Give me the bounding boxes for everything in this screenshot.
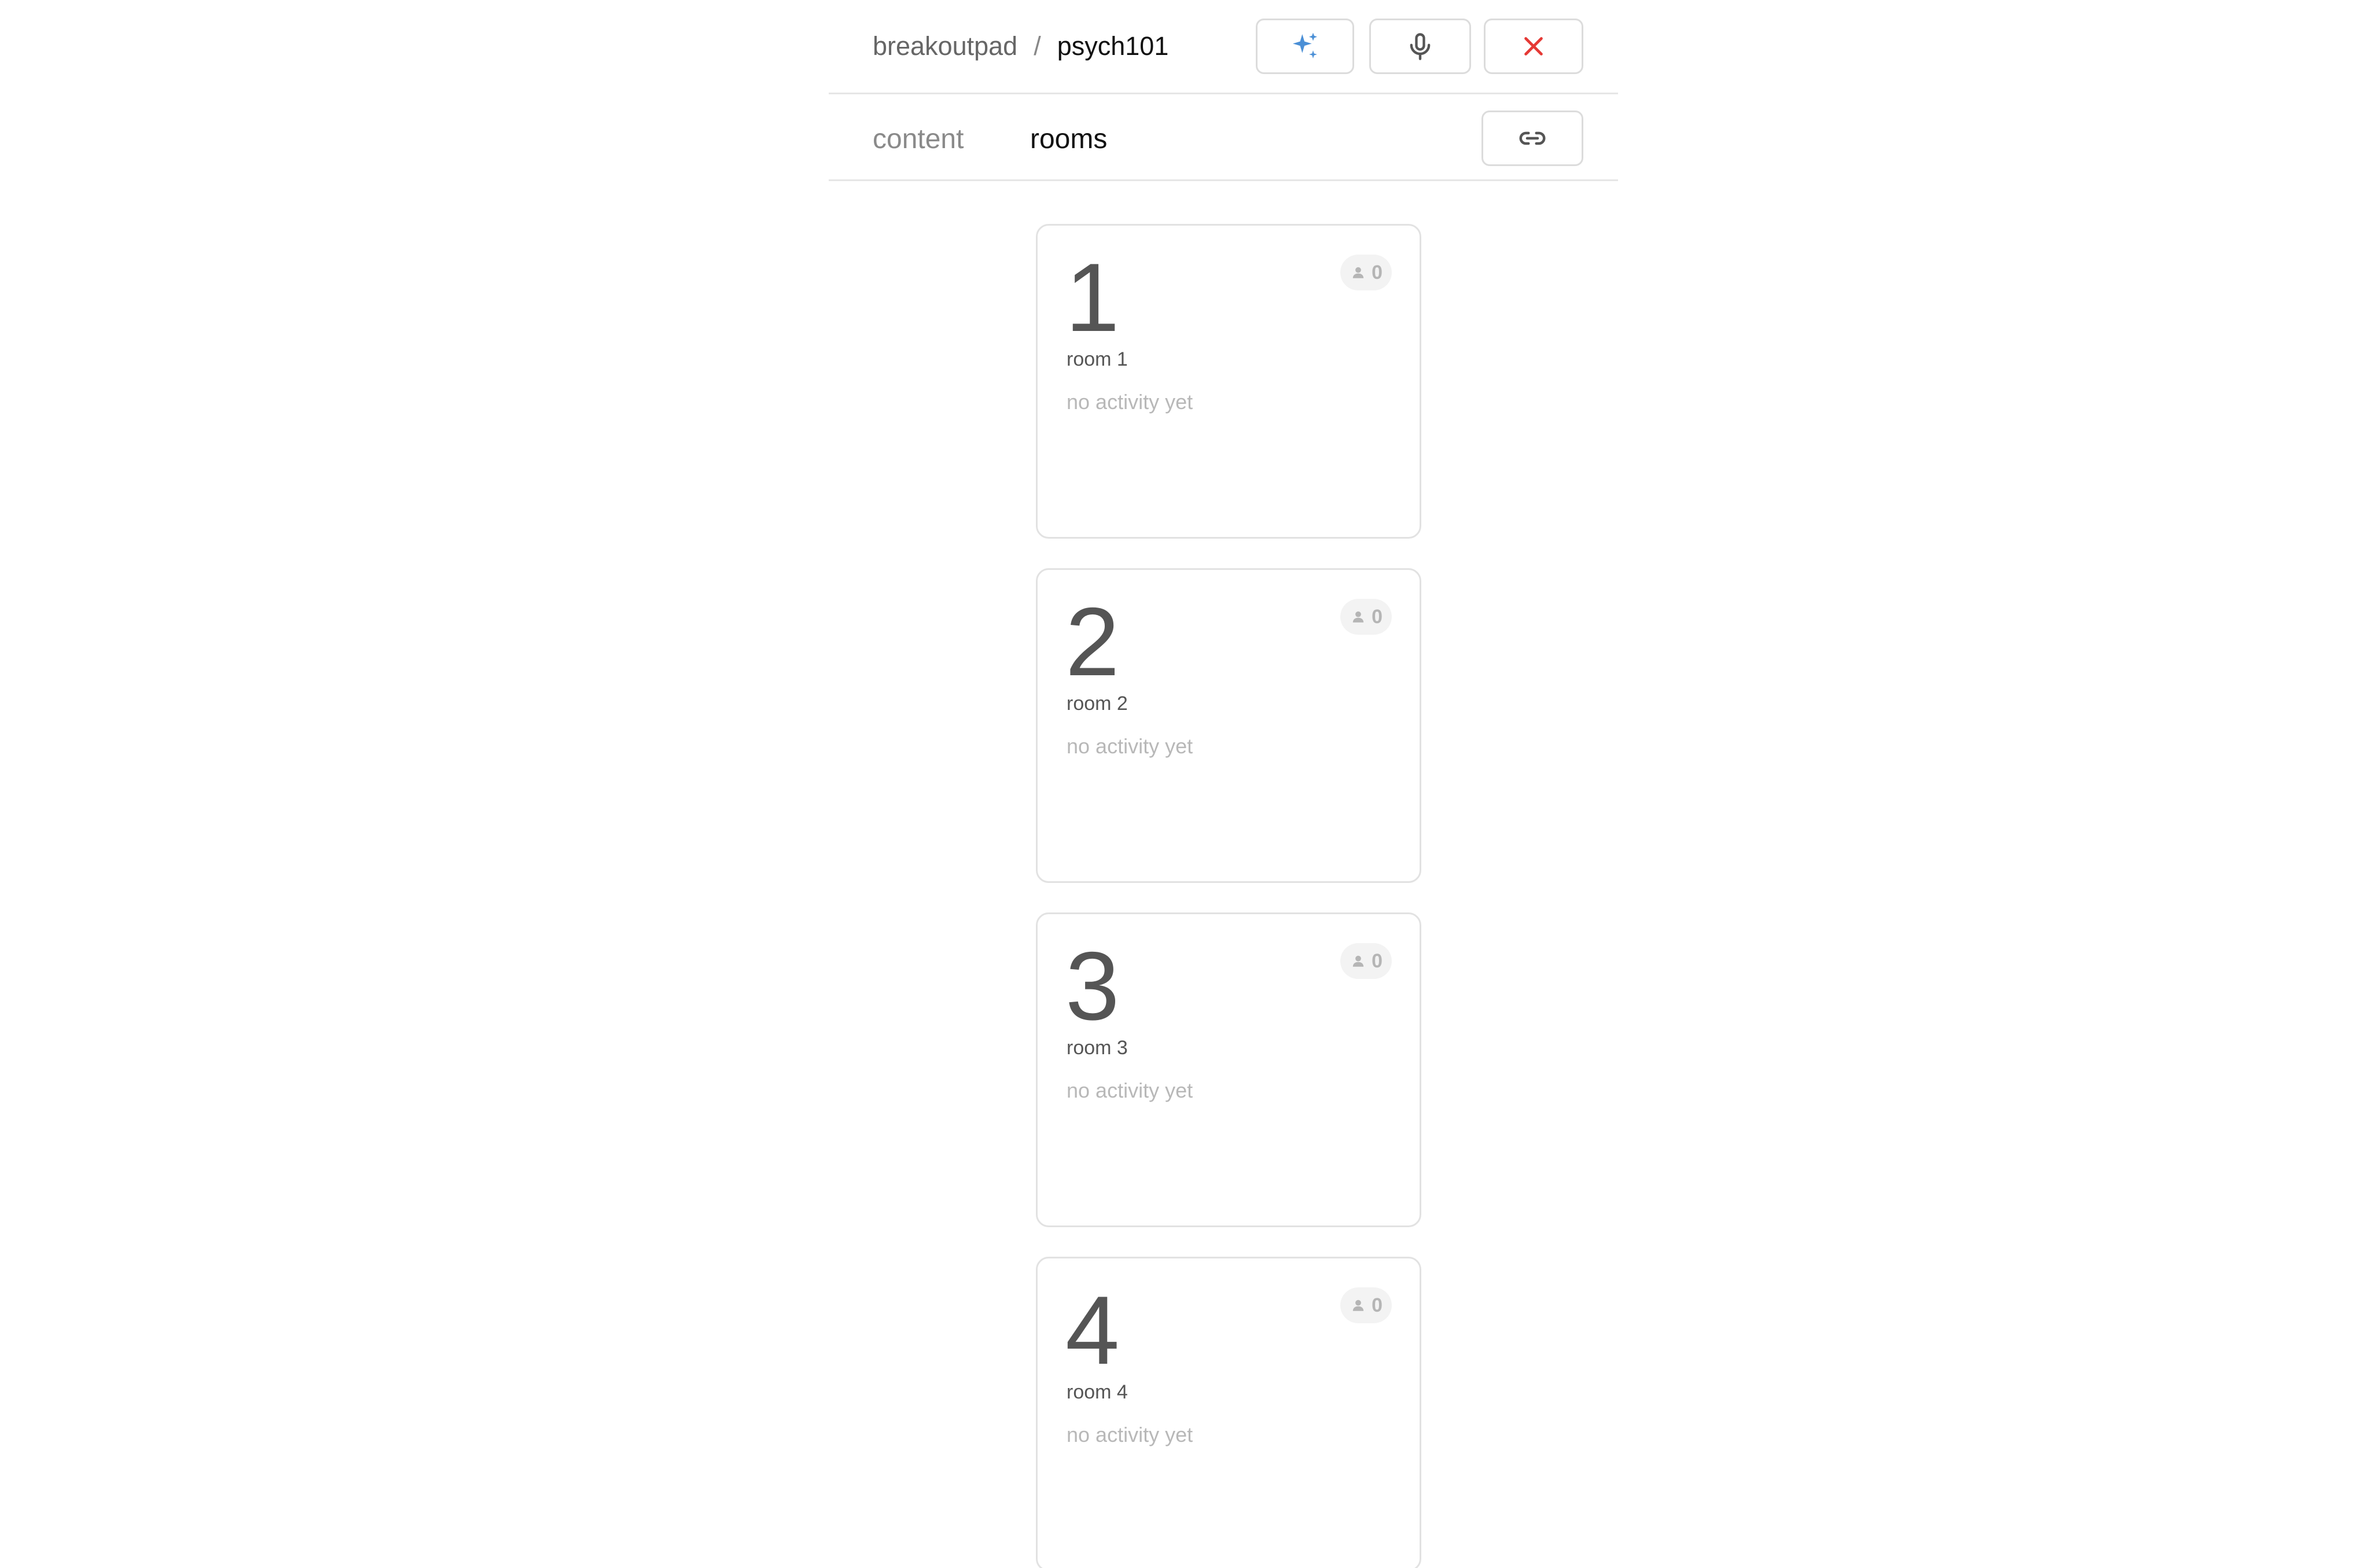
participant-count-badge: 0 — [1340, 943, 1392, 979]
room-card[interactable]: 3 room 3 no activity yet 0 — [1036, 912, 1421, 1227]
room-number: 1 — [1065, 243, 1120, 352]
room-card[interactable]: 1 room 1 no activity yet 0 — [1036, 224, 1421, 539]
participant-count-badge: 0 — [1340, 599, 1392, 635]
sparkle-icon — [1293, 32, 1317, 58]
breadcrumb-separator: / — [1034, 31, 1041, 61]
participant-count: 0 — [1372, 605, 1383, 628]
room-name: room 3 — [1067, 1037, 1128, 1059]
app-root: breakoutpad / psych101 content rooms 1 r… — [0, 0, 2353, 1568]
participant-count-badge: 0 — [1340, 1287, 1392, 1323]
person-icon — [1352, 267, 1364, 278]
room-activity: no activity yet — [1067, 1423, 1193, 1446]
participant-count: 0 — [1372, 1294, 1383, 1316]
copy-link-button[interactable] — [1481, 111, 1583, 166]
breadcrumb-root[interactable]: breakoutpad — [873, 31, 1017, 61]
participant-count: 0 — [1372, 261, 1383, 284]
room-number: 3 — [1065, 932, 1120, 1040]
tab-content[interactable]: content — [873, 122, 964, 157]
room-number: 2 — [1065, 587, 1120, 696]
breadcrumb-current: psych101 — [1057, 31, 1169, 62]
room-name: room 1 — [1067, 348, 1128, 370]
tab-bar: content rooms — [829, 94, 1618, 181]
microphone-icon — [1410, 33, 1431, 60]
ai-sparkle-button[interactable] — [1256, 19, 1354, 74]
room-name: room 2 — [1067, 693, 1128, 715]
person-icon — [1352, 1300, 1364, 1311]
room-activity: no activity yet — [1067, 390, 1193, 414]
microphone-button[interactable] — [1369, 19, 1471, 74]
tab-rooms[interactable]: rooms — [1030, 122, 1107, 157]
room-name: room 4 — [1067, 1381, 1128, 1403]
room-card[interactable]: 2 room 2 no activity yet 0 — [1036, 568, 1421, 883]
link-icon — [1519, 131, 1546, 145]
top-header: breakoutpad / psych101 — [829, 0, 1618, 94]
close-button[interactable] — [1484, 19, 1583, 74]
close-icon — [1524, 37, 1543, 56]
participant-count-badge: 0 — [1340, 255, 1392, 290]
person-icon — [1352, 955, 1364, 967]
tab-rooms-label: rooms — [1030, 124, 1108, 154]
participant-count: 0 — [1372, 949, 1383, 972]
room-activity: no activity yet — [1067, 734, 1193, 758]
breadcrumb: breakoutpad / psych101 — [873, 29, 1168, 64]
room-activity: no activity yet — [1067, 1079, 1193, 1102]
room-card[interactable]: 4 room 4 no activity yet 0 — [1036, 1257, 1421, 1568]
room-number: 4 — [1065, 1276, 1120, 1385]
person-icon — [1352, 611, 1364, 623]
